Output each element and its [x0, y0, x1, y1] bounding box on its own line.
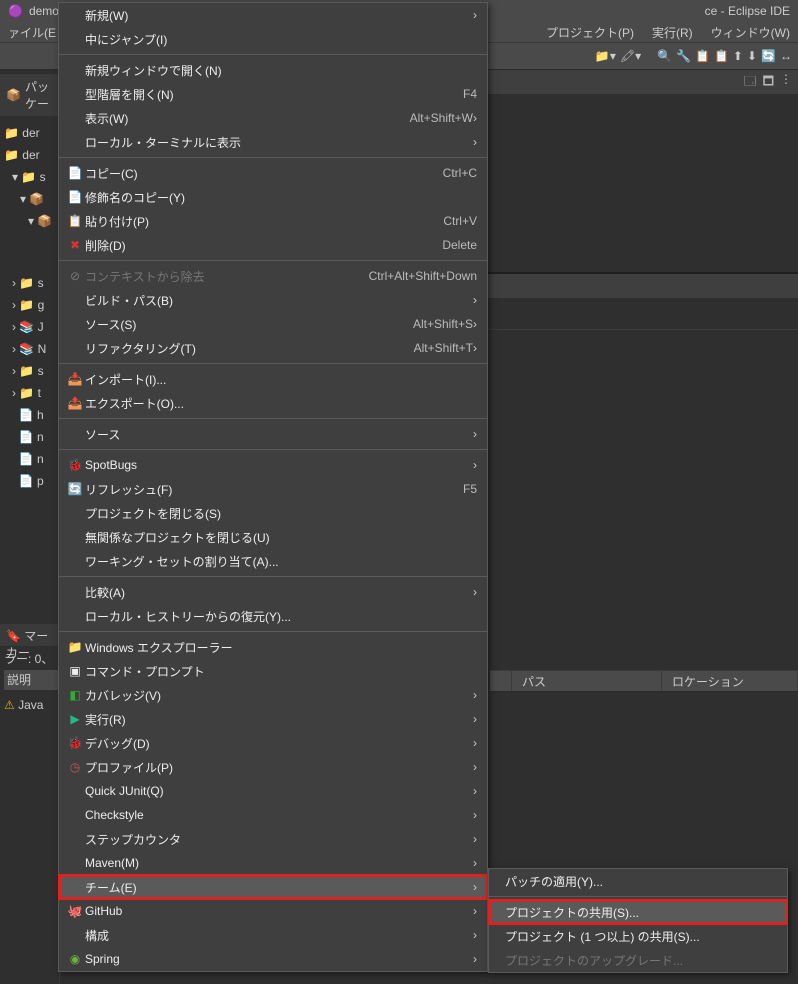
ctx-local-terminal[interactable]: ローカル・ターミナルに表示› — [59, 130, 487, 154]
package-explorer-tab[interactable]: 📦 パッケー — [0, 74, 59, 116]
ctx-copy[interactable]: 📄コピー(C)Ctrl+C — [59, 161, 487, 185]
ctx-windows-explorer[interactable]: 📁Windows エクスプローラー — [59, 635, 487, 659]
outline-tool-icon[interactable]: 🗔 — [744, 72, 757, 93]
title-left: demo — [29, 4, 59, 18]
toolbar-icon[interactable]: ⬆ — [733, 49, 743, 63]
ctx-run[interactable]: ▶実行(R)› — [59, 707, 487, 731]
outline-tool-icon[interactable]: ⋮ — [780, 72, 792, 93]
menu-window[interactable]: ウィンドウ(W) — [711, 24, 790, 41]
ctx-close-unrelated[interactable]: 無関係なプロジェクトを閉じる(U) — [59, 525, 487, 549]
ctx-copy-qualified[interactable]: 📄修飾名のコピー(Y) — [59, 185, 487, 209]
ctx-paste[interactable]: 📋貼り付け(P)Ctrl+V — [59, 209, 487, 233]
ctx-maven[interactable]: Maven(M)› — [59, 851, 487, 875]
ctx-spring[interactable]: ◉Spring› — [59, 947, 487, 971]
toolbar-icon[interactable]: 📋 — [695, 49, 710, 63]
ctx-remove-context: ⊘コンテキストから除去Ctrl+Alt+Shift+Down — [59, 264, 487, 288]
ctx-source[interactable]: ソース(S)Alt+Shift+S› — [59, 312, 487, 336]
app-icon: 🟣 — [8, 4, 23, 18]
toolbar-icon[interactable]: 📋 — [714, 49, 729, 63]
ctx-assign-working-set[interactable]: ワーキング・セットの割り当て(A)... — [59, 549, 487, 573]
toolbar-icon[interactable]: 🖍▾ — [620, 49, 641, 63]
ctx-spotbugs[interactable]: 🐞SpotBugs› — [59, 453, 487, 477]
sub-apply-patch[interactable]: パッチの適用(Y)... — [489, 869, 787, 893]
ctx-go-into[interactable]: 中にジャンプ(I) — [59, 27, 487, 51]
ctx-configure[interactable]: 構成› — [59, 923, 487, 947]
context-menu: 新規(W)› 中にジャンプ(I) 新規ウィンドウで開く(N) 型階層を開く(N)… — [58, 2, 488, 972]
ctx-new[interactable]: 新規(W)› — [59, 3, 487, 27]
ctx-github[interactable]: 🐙GitHub› — [59, 899, 487, 923]
ctx-team[interactable]: チーム(E)› — [59, 875, 487, 899]
problems-table-header: パス ロケーション — [490, 670, 798, 692]
ctx-delete[interactable]: ✖削除(D)Delete — [59, 233, 487, 257]
team-submenu: パッチの適用(Y)... プロジェクトの共用(S)... プロジェクト (1 つ… — [488, 868, 788, 973]
ctx-quick-junit[interactable]: Quick JUnit(Q)› — [59, 779, 487, 803]
sub-share-project[interactable]: プロジェクトの共用(S)... — [489, 900, 787, 924]
markers-tab[interactable]: 🔖 マーカー — [0, 624, 62, 646]
ctx-import[interactable]: 📥インポート(I)... — [59, 367, 487, 391]
toolbar-icon[interactable]: ⬇ — [747, 49, 757, 63]
package-explorer: 📦 パッケー 📁 der 📁 der ▾ 📁 s ▾ 📦 ▾ 📦 › 📁 s ›… — [0, 70, 60, 984]
menu-project[interactable]: プロジェクト(P) — [546, 24, 634, 41]
toolbar-icon[interactable]: 🔄 — [761, 49, 776, 63]
ctx-compare[interactable]: 比較(A)› — [59, 580, 487, 604]
title-right: ce - Eclipse IDE — [705, 4, 790, 18]
ctx-refresh[interactable]: 🔄リフレッシュ(F)F5 — [59, 477, 487, 501]
markers-body: ラー: 0、 説明 ⚠ Java — [0, 646, 62, 718]
ctx-refactor[interactable]: リファクタリング(T)Alt+Shift+T› — [59, 336, 487, 360]
ctx-open-new-window[interactable]: 新規ウィンドウで開く(N) — [59, 58, 487, 82]
menu-file[interactable]: ァイル(E — [8, 24, 56, 41]
ctx-close-project[interactable]: プロジェクトを閉じる(S) — [59, 501, 487, 525]
toolbar-icon[interactable]: 📁▾ — [595, 49, 616, 63]
ctx-debug[interactable]: 🐞デバッグ(D)› — [59, 731, 487, 755]
ctx-checkstyle[interactable]: Checkstyle› — [59, 803, 487, 827]
ctx-command-prompt[interactable]: ▣コマンド・プロンプト — [59, 659, 487, 683]
toolbar-icon[interactable]: 🔍 — [657, 49, 672, 63]
sub-share-projects[interactable]: プロジェクト (1 つ以上) の共用(S)... — [489, 924, 787, 948]
package-tree-partial: 📁 der 📁 der ▾ 📁 s ▾ 📦 ▾ 📦 › 📁 s › 📁 g › … — [0, 116, 59, 492]
ctx-source2[interactable]: ソース› — [59, 422, 487, 446]
ctx-coverage[interactable]: ◧カバレッジ(V)› — [59, 683, 487, 707]
ctx-type-hierarchy[interactable]: 型階層を開く(N)F4 — [59, 82, 487, 106]
ctx-export[interactable]: 📤エクスポート(O)... — [59, 391, 487, 415]
ctx-show-in[interactable]: 表示(W)Alt+Shift+W› — [59, 106, 487, 130]
package-icon: 📦 — [6, 88, 21, 102]
toolbar-icon[interactable]: ↔ — [780, 49, 792, 63]
ctx-step-counter[interactable]: ステップカウンタ› — [59, 827, 487, 851]
sub-upgrade-project: プロジェクトのアップグレード... — [489, 948, 787, 972]
toolbar-icon[interactable]: 🔧 — [676, 49, 691, 63]
ctx-restore-local[interactable]: ローカル・ヒストリーからの復元(Y)... — [59, 604, 487, 628]
ctx-profile[interactable]: ◷プロファイル(P)› — [59, 755, 487, 779]
ctx-build-path[interactable]: ビルド・パス(B)› — [59, 288, 487, 312]
outline-tool-icon[interactable]: 🗖 — [763, 72, 774, 93]
menu-run[interactable]: 実行(R) — [652, 24, 693, 41]
